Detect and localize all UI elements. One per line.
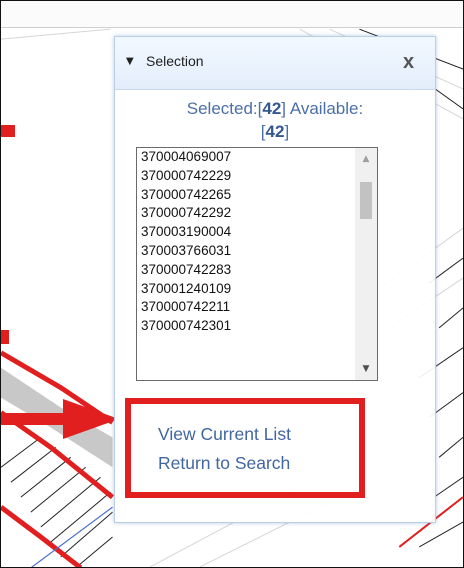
list-item[interactable]: 370001240109 [141, 280, 346, 299]
scroll-up-icon[interactable]: ▲ [355, 150, 377, 168]
scroll-down-icon[interactable]: ▼ [355, 360, 377, 378]
selection-panel: ▼ Selection x Selected:[42] Available: [… [114, 36, 436, 523]
red-marker-top [1, 125, 15, 137]
available-close: ] [284, 122, 290, 141]
selected-label: Selected:[ [186, 99, 263, 118]
listbox-scrollbar[interactable]: ▲ ▼ [355, 148, 377, 380]
available-count: 42 [265, 122, 285, 141]
list-item[interactable]: 370000742211 [141, 298, 346, 317]
list-item[interactable]: 370000742292 [141, 204, 346, 223]
scroll-thumb[interactable] [360, 182, 372, 219]
selection-listbox[interactable]: 370004069007 370000742229 370000742265 3… [136, 147, 378, 381]
selected-count: 42 [262, 99, 282, 118]
listbox-items: 370004069007 370000742229 370000742265 3… [141, 148, 346, 380]
list-item[interactable]: 370003190004 [141, 223, 346, 242]
list-item[interactable]: 370000742265 [141, 186, 346, 205]
list-item[interactable]: 370003766031 [141, 242, 346, 261]
list-item[interactable]: 370000742283 [141, 261, 346, 280]
return-to-search-link[interactable]: Return to Search [158, 453, 290, 474]
red-arrow-icon [1, 399, 119, 439]
links-highlight-box: View Current List Return to Search [125, 398, 365, 498]
available-label: Available: [286, 99, 364, 118]
selection-counts: Selected:[42] Available: [42] [115, 97, 435, 143]
list-item[interactable]: 370000742301 [141, 317, 346, 336]
top-bar [1, 1, 463, 28]
list-item[interactable]: 370004069007 [141, 148, 346, 167]
close-icon[interactable]: x [403, 51, 414, 74]
red-marker-middle [1, 330, 9, 344]
panel-header[interactable]: ▼ Selection x [115, 37, 435, 90]
app-frame: ▼ Selection x Selected:[42] Available: [… [0, 0, 464, 568]
panel-title: Selection [146, 53, 204, 69]
list-item[interactable]: 370000742229 [141, 167, 346, 186]
view-current-list-link[interactable]: View Current List [158, 424, 291, 445]
collapse-caret-icon[interactable]: ▼ [126, 56, 134, 67]
